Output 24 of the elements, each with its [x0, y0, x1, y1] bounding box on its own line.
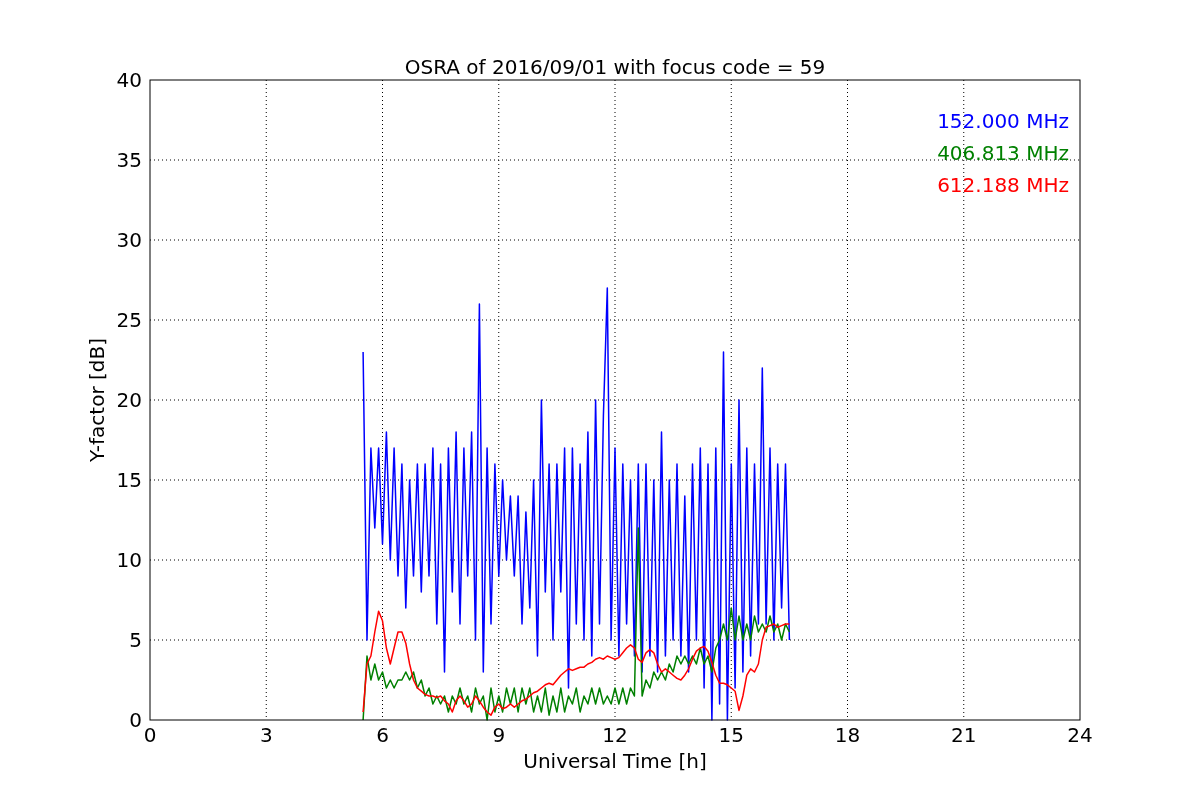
- x-tick-label: 6: [376, 723, 389, 747]
- x-tick-label: 24: [1067, 723, 1093, 747]
- x-axis-label: Universal Time [h]: [523, 749, 707, 773]
- y-tick-label: 15: [116, 468, 142, 492]
- legend-label: 406.813 MHz: [937, 141, 1069, 165]
- x-tick-label: 12: [602, 723, 628, 747]
- x-tick-label: 0: [143, 723, 157, 747]
- x-tick-label: 18: [834, 723, 861, 747]
- x-tick-label: 9: [492, 723, 506, 747]
- y-tick-label: 20: [116, 388, 142, 412]
- chart-title: OSRA of 2016/09/01 with focus code = 59: [404, 55, 826, 79]
- y-tick-label: 35: [116, 148, 142, 172]
- x-tick-label: 21: [951, 723, 977, 747]
- y-tick-label: 40: [116, 68, 142, 92]
- y-axis-label: Y-factor [dB]: [85, 338, 109, 462]
- x-tick-label: 15: [718, 723, 744, 747]
- y-tick-label: 5: [129, 628, 142, 652]
- y-tick-label: 25: [116, 308, 142, 332]
- y-tick-label: 30: [116, 228, 142, 252]
- legend-label: 152.000 MHz: [937, 109, 1069, 133]
- y-tick-label: 0: [129, 708, 142, 732]
- y-tick-label: 10: [116, 548, 142, 572]
- x-tick-label: 3: [259, 723, 273, 747]
- legend-label: 612.188 MHz: [937, 173, 1069, 197]
